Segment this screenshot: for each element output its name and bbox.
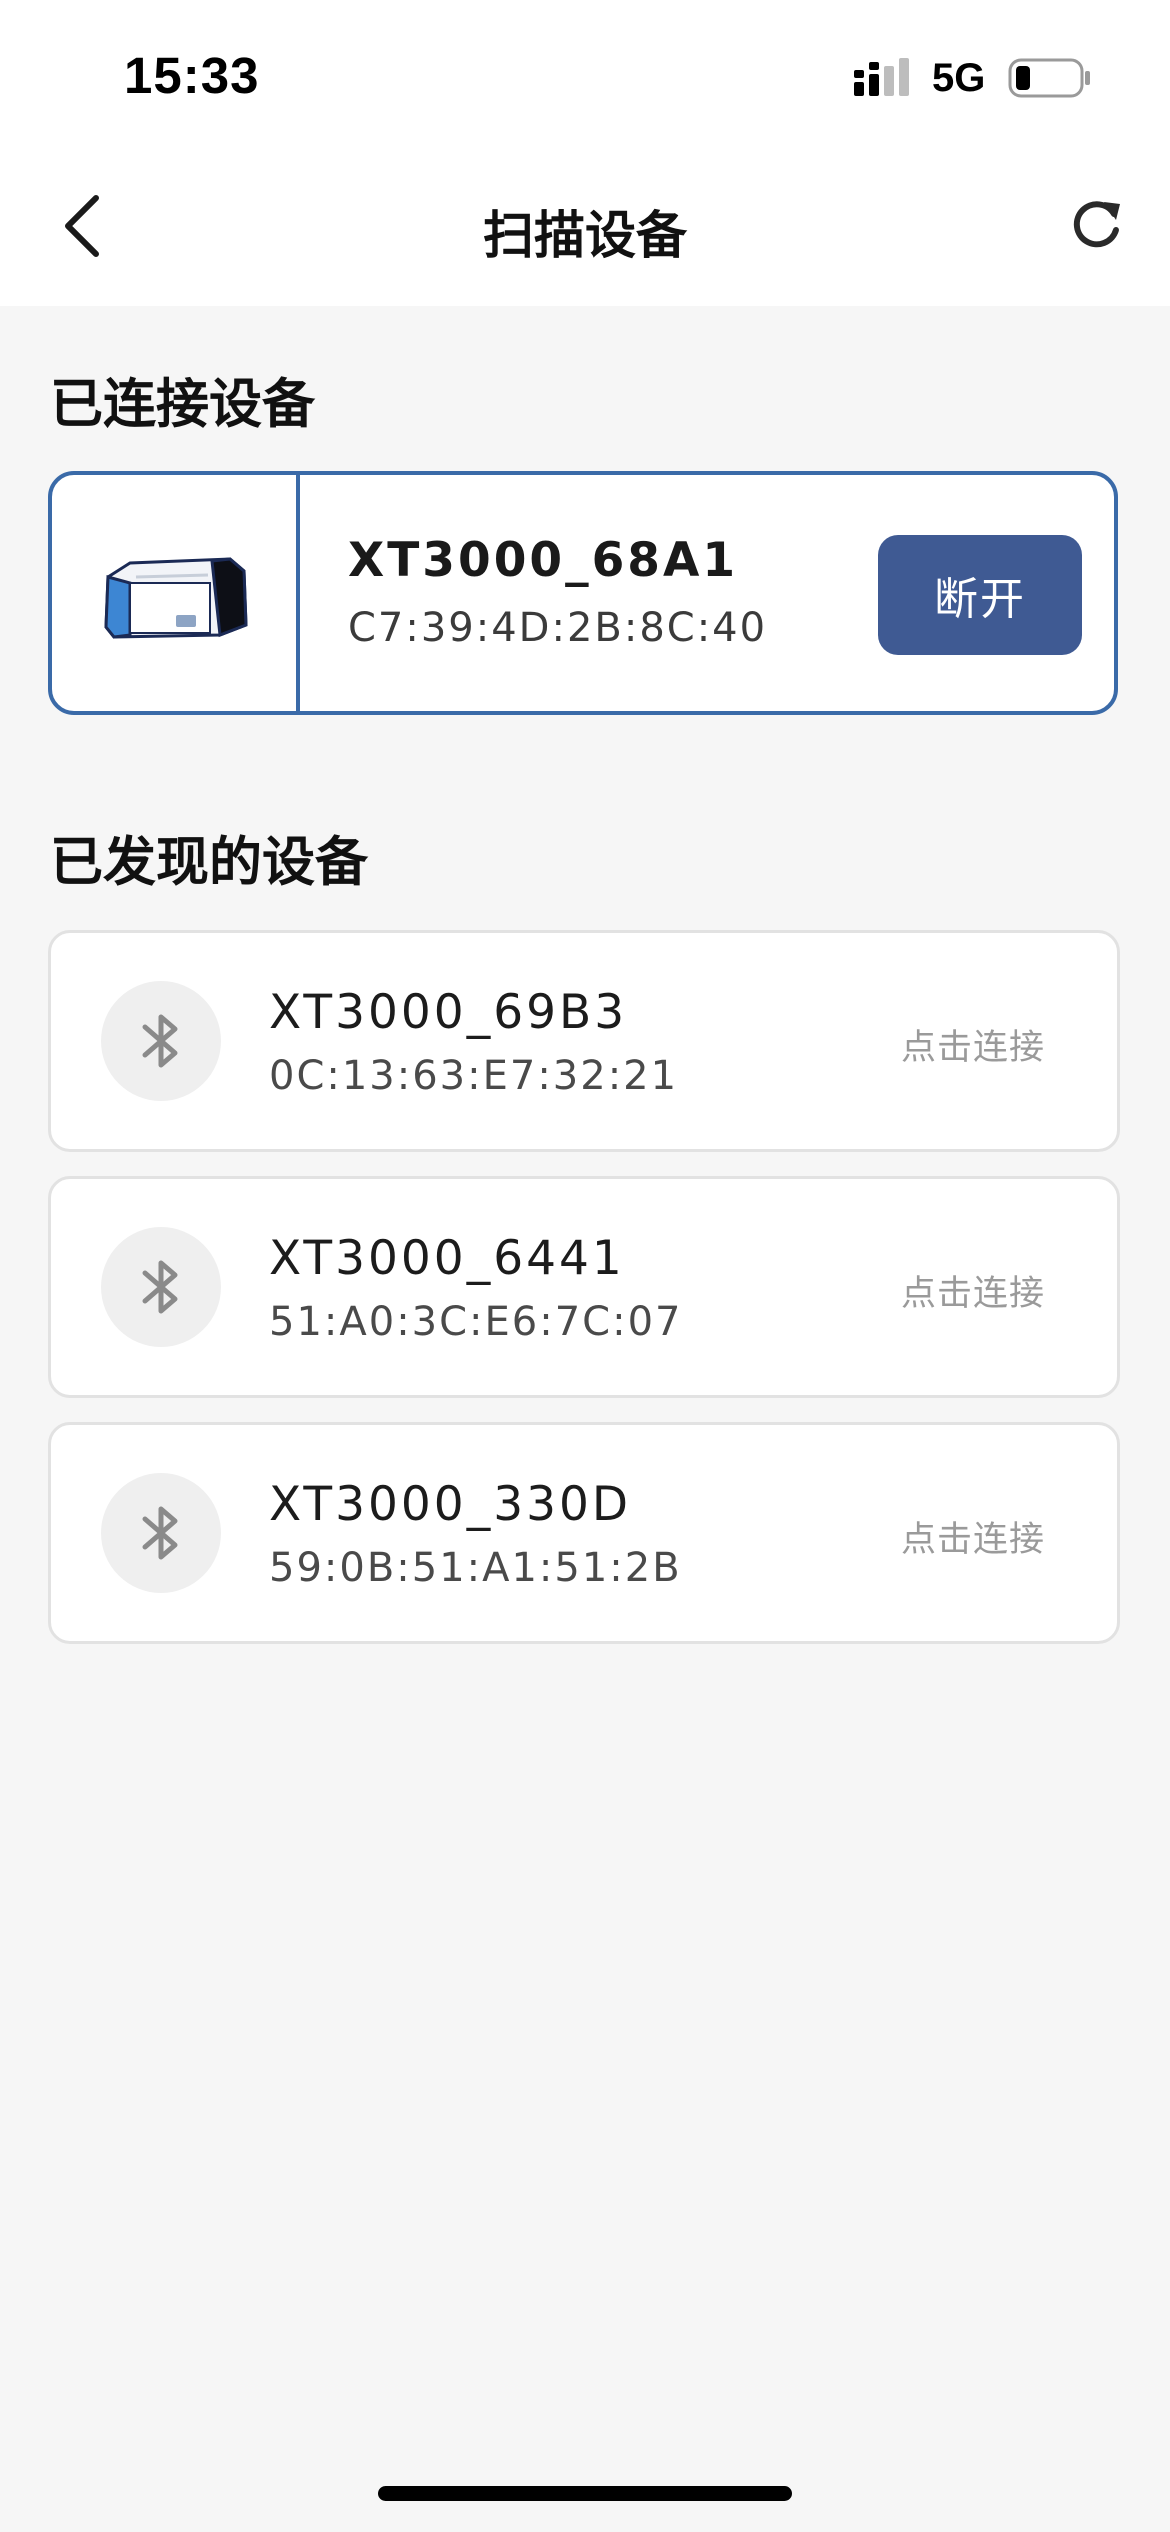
bluetooth-icon-badge: [101, 1473, 221, 1593]
printer-image: [104, 557, 248, 639]
page-title: 扫描设备: [482, 207, 687, 266]
refresh-icon[interactable]: [1068, 196, 1124, 252]
device-name: XT3000_69B3: [269, 985, 628, 1040]
connected-device-card: XT3000_68A1 C7:39:4D:2B:8C:40 断开: [48, 471, 1118, 715]
device-list-item[interactable]: XT3000_69B3 0C:13:63:E7:32:21 点击连接: [48, 930, 1120, 1152]
device-list-item[interactable]: XT3000_330D 59:0B:51:A1:51:2B 点击连接: [48, 1422, 1120, 1644]
bluetooth-icon-badge: [101, 981, 221, 1101]
bluetooth-icon: [142, 1506, 178, 1560]
discovered-section-heading: 已发现的设备: [50, 832, 368, 893]
bluetooth-icon: [142, 1260, 178, 1314]
battery-icon: [1008, 58, 1090, 98]
device-mac: 59:0B:51:A1:51:2B: [269, 1545, 682, 1591]
bluetooth-icon-badge: [101, 1227, 221, 1347]
connect-link[interactable]: 点击连接: [901, 1019, 1045, 1070]
connected-device-mac: C7:39:4D:2B:8C:40: [348, 605, 768, 651]
top-bar: 15:33 5G 扫描设备: [0, 0, 1170, 306]
device-list-item[interactable]: XT3000_6441 51:A0:3C:E6:7C:07 点击连接: [48, 1176, 1120, 1398]
device-thumbnail: [52, 475, 300, 711]
network-type: 5G: [932, 56, 986, 100]
device-mac: 0C:13:63:E7:32:21: [269, 1053, 679, 1099]
connect-link[interactable]: 点击连接: [901, 1511, 1045, 1562]
home-indicator[interactable]: [378, 2486, 792, 2501]
bluetooth-icon: [142, 1014, 178, 1068]
connected-section-heading: 已连接设备: [50, 374, 315, 435]
device-mac: 51:A0:3C:E6:7C:07: [269, 1299, 683, 1345]
status-time: 15:33: [124, 47, 260, 104]
connected-device-name: XT3000_68A1: [348, 533, 739, 588]
signal-icon: [854, 58, 909, 96]
device-name: XT3000_6441: [269, 1231, 625, 1286]
device-name: XT3000_330D: [269, 1477, 632, 1532]
disconnect-button[interactable]: 断开: [878, 535, 1082, 655]
connect-link[interactable]: 点击连接: [901, 1265, 1045, 1316]
